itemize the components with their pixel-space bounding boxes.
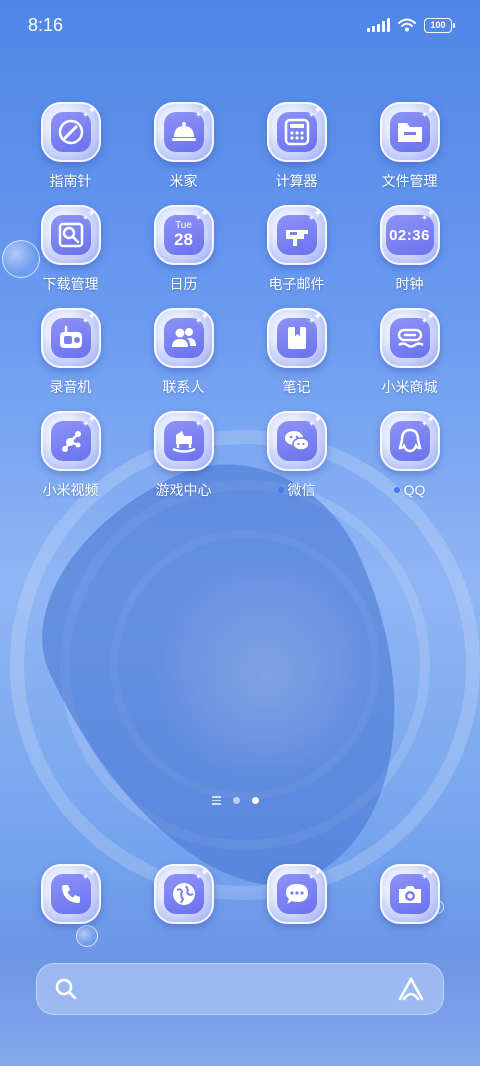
notification-dot (277, 487, 284, 493)
app-label: 游戏中心 (155, 482, 212, 498)
app-file-manager[interactable]: ✦ ✦ 文件管理 (353, 102, 466, 190)
page-dot (233, 796, 240, 804)
app-qq[interactable]: ✦ ✦ QQ (353, 411, 466, 499)
app-clock[interactable]: ✦ ✦ 02:36 时钟 (353, 205, 466, 293)
app-wechat[interactable]: ✦ ✦ 微信 (240, 411, 353, 499)
status-bar: 8:16 100 (0, 0, 480, 50)
notification-dot (393, 487, 400, 493)
app-recorder[interactable]: ✦ ✦ 录音机 (14, 308, 127, 396)
app-label: 计算器 (275, 173, 318, 189)
app-label: 小米商城 (381, 379, 438, 395)
page-dot-active (252, 796, 259, 804)
signal-icon (367, 18, 390, 32)
app-label: 笔记 (282, 379, 311, 395)
app-label-text: QQ (403, 482, 426, 498)
app-label: 指南针 (49, 173, 92, 189)
clock-time: 02:36 (389, 226, 430, 244)
dock-phone[interactable]: ✦ ✦ (14, 864, 127, 924)
app-notes[interactable]: ✦ ✦ 笔记 (240, 308, 353, 396)
app-label: 电子邮件 (268, 276, 325, 292)
page-list-icon (212, 796, 221, 805)
app-label: 联系人 (162, 379, 205, 395)
app-label: 小米视频 (42, 482, 99, 498)
app-calendar[interactable]: ✦ ✦ Tue 28 日历 (127, 205, 240, 293)
app-label: QQ (393, 481, 426, 499)
app-email[interactable]: ✦ ✦ 电子邮件 (240, 205, 353, 293)
app-label: 米家 (169, 173, 198, 189)
dock-camera[interactable]: ✦ ✦ (353, 864, 466, 924)
wifi-icon (398, 18, 416, 32)
status-time: 8:16 (28, 14, 64, 35)
assistant-icon[interactable] (396, 975, 426, 1003)
calendar-date: 28 (174, 230, 193, 249)
app-label: 录音机 (49, 379, 92, 395)
bubble-decoration (76, 925, 98, 947)
dock-messages[interactable]: ✦ ✦ (240, 864, 353, 924)
app-contacts[interactable]: ✦ ✦ 联系人 (127, 308, 240, 396)
app-grid: ✦ ✦ 指南针 ✦ ✦ 米家 ✦ ✦ 计算器 ✦ ✦ 文件管理 ✦ ✦ 下载管理… (14, 102, 466, 499)
app-game-center[interactable]: ✦ ✦ 游戏中心 (127, 411, 240, 499)
page-indicator[interactable] (212, 796, 259, 805)
app-calculator[interactable]: ✦ ✦ 计算器 (240, 102, 353, 190)
search-bar[interactable] (36, 963, 444, 1015)
app-label: 下载管理 (42, 276, 99, 292)
dock-browser[interactable]: ✦ ✦ (127, 864, 240, 924)
dock: ✦ ✦ ✦ ✦ ✦ ✦ ✦ ✦ (14, 864, 466, 924)
battery-icon: 100 (424, 17, 455, 33)
app-mi-home[interactable]: ✦ ✦ 米家 (127, 102, 240, 190)
status-icons: 100 (367, 17, 455, 33)
app-label: 微信 (277, 481, 316, 499)
app-mi-video[interactable]: ✦ ✦ 小米视频 (14, 411, 127, 499)
battery-level: 100 (430, 20, 446, 30)
app-compass[interactable]: ✦ ✦ 指南针 (14, 102, 127, 190)
app-label: 文件管理 (381, 173, 438, 189)
app-label: 日历 (169, 276, 198, 292)
app-download-manager[interactable]: ✦ ✦ 下载管理 (14, 205, 127, 293)
app-mi-store[interactable]: ✦ ✦ 小米商城 (353, 308, 466, 396)
app-label: 时钟 (395, 276, 424, 292)
search-icon[interactable] (54, 977, 78, 1001)
app-label-text: 微信 (287, 482, 316, 498)
